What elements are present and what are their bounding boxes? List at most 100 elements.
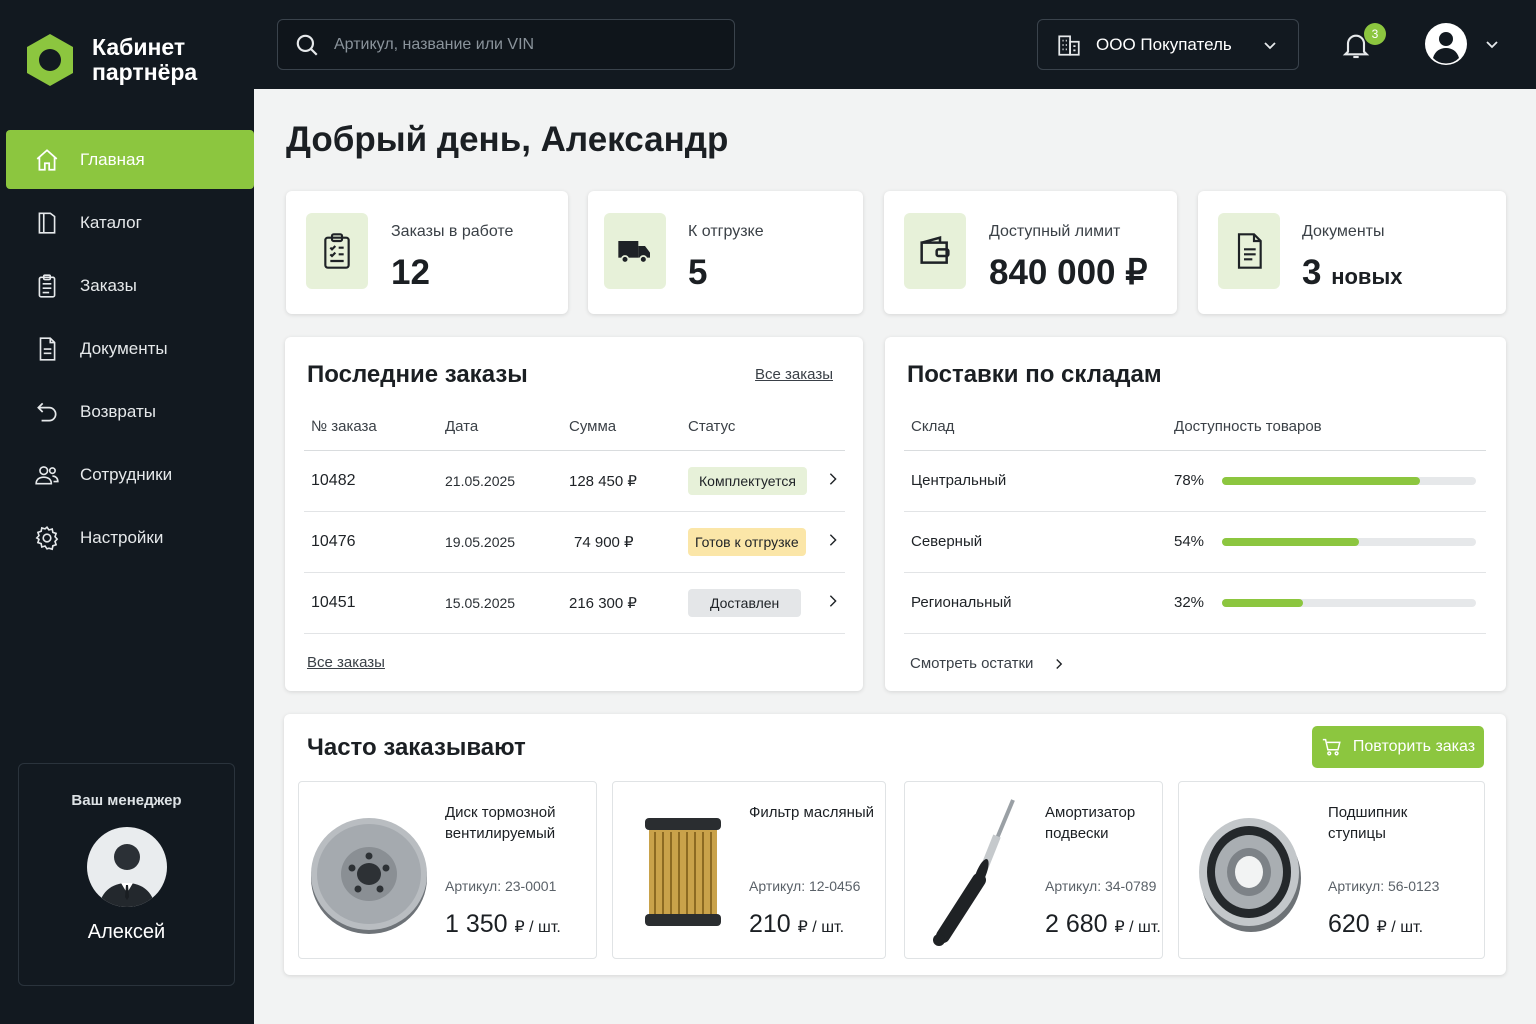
product-name: Подшипник ступицы: [1328, 802, 1407, 844]
stat-icon-box: [306, 213, 368, 289]
document-icon: [39, 336, 56, 361]
table-row: Региональный 32%: [904, 572, 1486, 634]
table-row: Центральный 78%: [904, 450, 1486, 512]
stat-card-documents[interactable]: Документы 3 новых: [1198, 191, 1506, 314]
order-status-cell: Готов к отгрузке: [681, 511, 819, 573]
sidebar-item-label: Возвраты: [80, 401, 156, 421]
product-name-line2: подвески: [1045, 825, 1109, 842]
order-date: 19.05.2025: [438, 511, 562, 573]
availability-bar-fill: [1222, 599, 1304, 608]
view-stock-label: Смотреть остатки: [910, 655, 1034, 672]
product-card[interactable]: Диск тормозной вентилируемый Артикул: 23-…: [298, 781, 597, 959]
search-input[interactable]: [334, 35, 694, 54]
status-badge: Доставлен: [688, 588, 802, 617]
availability-percent: 32%: [1174, 594, 1205, 611]
table-row[interactable]: 10476 19.05.2025 74 900 ₽ Готов к отгруз…: [304, 511, 845, 573]
frequent-title: Часто заказывают: [307, 734, 526, 761]
sidebar-item-catalog[interactable]: Каталог: [6, 193, 254, 252]
sidebar-item-documents[interactable]: Документы: [6, 319, 254, 378]
product-name-line1: Диск тормозной: [445, 804, 556, 821]
product-price: 210 ₽ / шт.: [749, 910, 844, 939]
sidebar-item-employees[interactable]: Сотрудники: [6, 445, 254, 504]
product-sku: Артикул: 23-0001: [445, 878, 557, 894]
product-card[interactable]: Фильтр масляный Артикул: 12-0456 210 ₽ /…: [612, 781, 886, 959]
company-selector[interactable]: ООО Покупатель: [1037, 19, 1299, 70]
brake-disc-image: [311, 818, 427, 934]
product-name-line2: вентилируемый: [445, 825, 556, 842]
stat-value: 3 новых: [1302, 253, 1402, 293]
stat-card-limit[interactable]: Доступный лимит 840 000 ₽: [884, 191, 1177, 314]
product-name: Амортизатор подвески: [1045, 802, 1135, 844]
sidebar-item-label: Заказы: [80, 275, 137, 295]
sidebar-item-label: Настройки: [80, 527, 164, 547]
order-sum: 74 900 ₽: [562, 511, 681, 573]
product-price-unit: ₽ / шт.: [514, 919, 561, 936]
sidebar-item-settings[interactable]: Настройки: [6, 508, 254, 567]
sidebar-nav: Главная Каталог Заказы Документы Возврат…: [0, 130, 254, 571]
stat-card-orders[interactable]: Заказы в работе 12: [286, 191, 568, 314]
product-name: Диск тормозной вентилируемый: [445, 802, 556, 844]
product-price: 2 680 ₽ / шт.: [1045, 910, 1161, 939]
order-sum: 128 450 ₽: [562, 450, 681, 512]
sidebar-item-home[interactable]: Главная: [6, 130, 254, 189]
home-icon: [36, 148, 58, 171]
availability-bar: [1222, 538, 1476, 547]
chevron-right-icon: [1056, 658, 1063, 669]
row-action-cell: [819, 450, 845, 512]
all-orders-bottom-link[interactable]: Все заказы: [307, 654, 385, 671]
warehouses-card: Поставки по складам Склад Доступность то…: [885, 337, 1506, 691]
topbar: ООО Покупатель 3: [254, 0, 1536, 89]
order-date: 21.05.2025: [438, 450, 562, 512]
product-card[interactable]: Амортизатор подвески Артикул: 34-0789 2 6…: [904, 781, 1163, 959]
sidebar-item-returns[interactable]: Возвраты: [6, 382, 254, 441]
chevron-right-icon[interactable]: [826, 472, 840, 486]
product-price: 1 350 ₽ / шт.: [445, 910, 561, 939]
product-card[interactable]: Подшипник ступицы Артикул: 56-0123 620 ₽ …: [1178, 781, 1485, 959]
recent-orders-title: Последние заказы: [307, 361, 528, 388]
all-orders-link[interactable]: Все заказы: [755, 366, 833, 383]
search-icon: [296, 34, 318, 56]
stat-value: 5: [688, 253, 708, 292]
stat-value-number: 3: [1302, 253, 1322, 292]
view-stock-link[interactable]: Смотреть остатки: [910, 655, 1065, 672]
column-header: [819, 403, 845, 451]
availability-percent: 78%: [1174, 472, 1205, 489]
product-price-unit: ₽ / шт.: [797, 919, 845, 936]
table-row[interactable]: 10482 21.05.2025 128 450 ₽ Комплектуется: [304, 450, 845, 512]
user-menu[interactable]: [1424, 22, 1500, 66]
building-icon: [1058, 34, 1080, 56]
search-box[interactable]: [277, 19, 735, 70]
row-action-cell: [819, 572, 845, 634]
column-header: № заказа: [304, 403, 438, 451]
brand-title-line2: партнёра: [92, 59, 198, 85]
sidebar-item-orders[interactable]: Заказы: [6, 256, 254, 315]
sidebar: Кабинет партнёра Главная Каталог Заказы …: [0, 0, 254, 1024]
logo[interactable]: Кабинет партнёра: [22, 32, 197, 88]
sidebar-item-label: Главная: [80, 149, 145, 169]
product-price: 620 ₽ / шт.: [1328, 910, 1423, 939]
stat-card-shipping[interactable]: К отгрузке 5: [588, 191, 863, 314]
wheel-bearing-image: [1199, 818, 1301, 932]
repeat-order-button[interactable]: Повторить заказ: [1312, 726, 1484, 768]
repeat-order-label: Повторить заказ: [1352, 738, 1476, 755]
availability-percent: 54%: [1174, 533, 1205, 550]
warehouse-name: Региональный: [904, 572, 1167, 634]
product-price-unit: ₽ / шт.: [1114, 919, 1161, 936]
table-row[interactable]: 10451 15.05.2025 216 300 ₽ Доставлен: [304, 572, 845, 634]
chevron-right-icon[interactable]: [826, 594, 840, 608]
column-header: Статус: [681, 403, 819, 451]
product-price-value: 1 350: [445, 910, 508, 938]
chevron-right-icon[interactable]: [826, 533, 840, 547]
users-icon: [35, 465, 59, 484]
warehouse-name: Центральный: [904, 450, 1167, 512]
document-icon: [1237, 233, 1262, 269]
product-sku: Артикул: 56-0123: [1328, 878, 1440, 894]
brand-title: Кабинет партнёра: [92, 35, 197, 85]
manager-card: Ваш менеджер Алексей: [18, 763, 235, 986]
oil-filter-image: [645, 818, 721, 926]
manager-avatar: [86, 827, 167, 907]
order-date: 15.05.2025: [438, 572, 562, 634]
sidebar-item-label: Каталог: [80, 212, 142, 232]
product-name-line1: Подшипник: [1328, 804, 1408, 821]
return-icon: [37, 402, 57, 422]
